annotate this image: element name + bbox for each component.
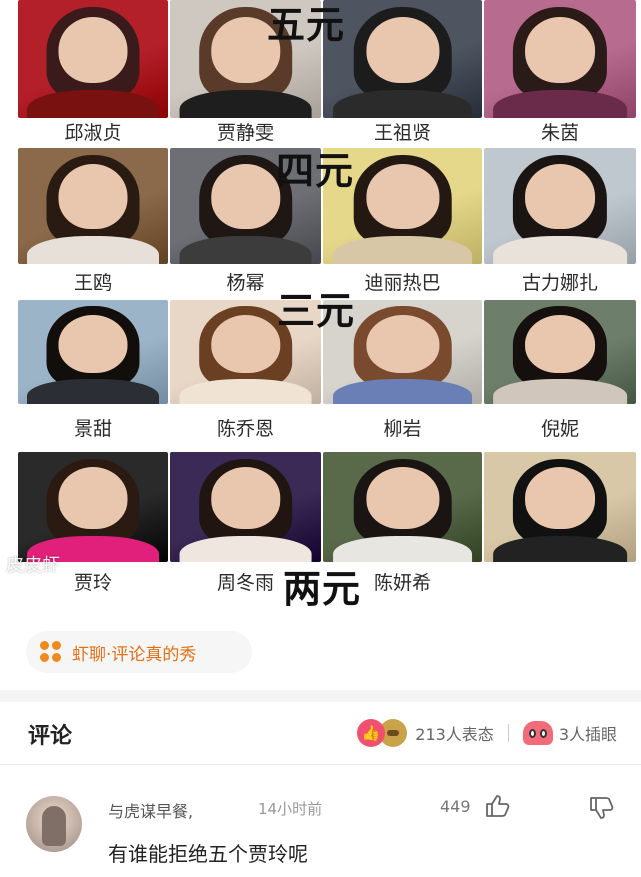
body-shape [493, 236, 627, 264]
photo-4-4 [484, 452, 636, 562]
photo-3-4 [484, 300, 636, 404]
person-name: 倪妮 [540, 418, 579, 440]
person-name: 王鸥 [73, 272, 112, 294]
reaction-summary[interactable]: 👍 213人表态 3人插眼 [357, 716, 617, 750]
price-label: 四元 [275, 149, 354, 193]
flower-icon [40, 641, 62, 663]
body-shape [179, 89, 312, 118]
face-shape [525, 467, 595, 529]
photo-2-1 [18, 148, 168, 264]
avatar[interactable] [26, 796, 82, 852]
price-label: 三元 [276, 289, 355, 333]
reactions-count: 213人表态 [415, 725, 494, 744]
photo-4-2 [170, 452, 321, 562]
photo-3-1 [18, 300, 168, 404]
comment-text: 有谁能拒绝五个贾玲呢 [108, 842, 308, 866]
like-reaction-icon: 👍 [357, 719, 386, 747]
face-shape [58, 16, 128, 83]
body-shape [179, 379, 312, 404]
peek-count: 3人插眼 [558, 725, 617, 744]
body-shape [27, 236, 159, 264]
body-shape [179, 236, 312, 264]
person-name: 柳岩 [383, 418, 422, 440]
body-shape [27, 379, 159, 404]
person-name: 朱茵 [540, 122, 579, 144]
divider [0, 764, 641, 765]
face-shape [58, 467, 128, 529]
meme-image[interactable]: 邱淑贞 贾静雯 王祖贤 朱茵 王鸥 杨幂 迪丽热巴 古力娜扎 景甜 陈乔恩 柳岩 倪妮 贾玲 周冬雨 陈妍希… [0, 0, 641, 612]
peek-eyes-icon[interactable] [522, 721, 553, 745]
face-shape [365, 16, 440, 83]
comment-username[interactable]: 与虎谋早餐, [108, 798, 193, 822]
photo-2-4 [484, 148, 636, 264]
photo-4-3 [323, 452, 482, 562]
comment-like-count: 449 [440, 797, 471, 816]
reaction-separator [507, 724, 509, 742]
body-shape [332, 379, 473, 404]
comment-time: 14小时前 [258, 800, 323, 818]
body-shape [493, 535, 627, 562]
body-shape [332, 236, 473, 264]
person-name: 陈乔恩 [216, 418, 274, 440]
photo-4-1 [18, 452, 168, 562]
watermark: 皮皮虾 [6, 555, 60, 576]
thumb-down-icon[interactable] [588, 796, 614, 820]
comments-title: 评论 [28, 724, 73, 749]
topic-label: 虾聊·评论真的秀 [72, 644, 197, 665]
face-shape [58, 314, 128, 373]
person-name: 古力娜扎 [521, 272, 598, 294]
body-shape [27, 89, 159, 118]
face-shape [58, 164, 128, 230]
body-shape [493, 379, 627, 404]
face-shape [525, 16, 595, 83]
section-divider [0, 690, 641, 702]
face-shape [525, 164, 595, 230]
photo-1-4 [484, 0, 636, 118]
face-shape [365, 467, 440, 529]
body-shape [332, 89, 473, 118]
photo-1-1 [18, 0, 168, 118]
thumb-up-icon[interactable] [484, 794, 510, 818]
face-shape [210, 467, 281, 529]
price-label: 两元 [282, 567, 361, 611]
price-label: 五元 [266, 3, 345, 47]
person-name: 邱淑贞 [64, 122, 122, 144]
person-name: 景甜 [73, 418, 112, 440]
topic-tag[interactable]: 虾聊·评论真的秀 [26, 631, 252, 673]
body-shape [493, 89, 627, 118]
face-shape [525, 314, 595, 373]
